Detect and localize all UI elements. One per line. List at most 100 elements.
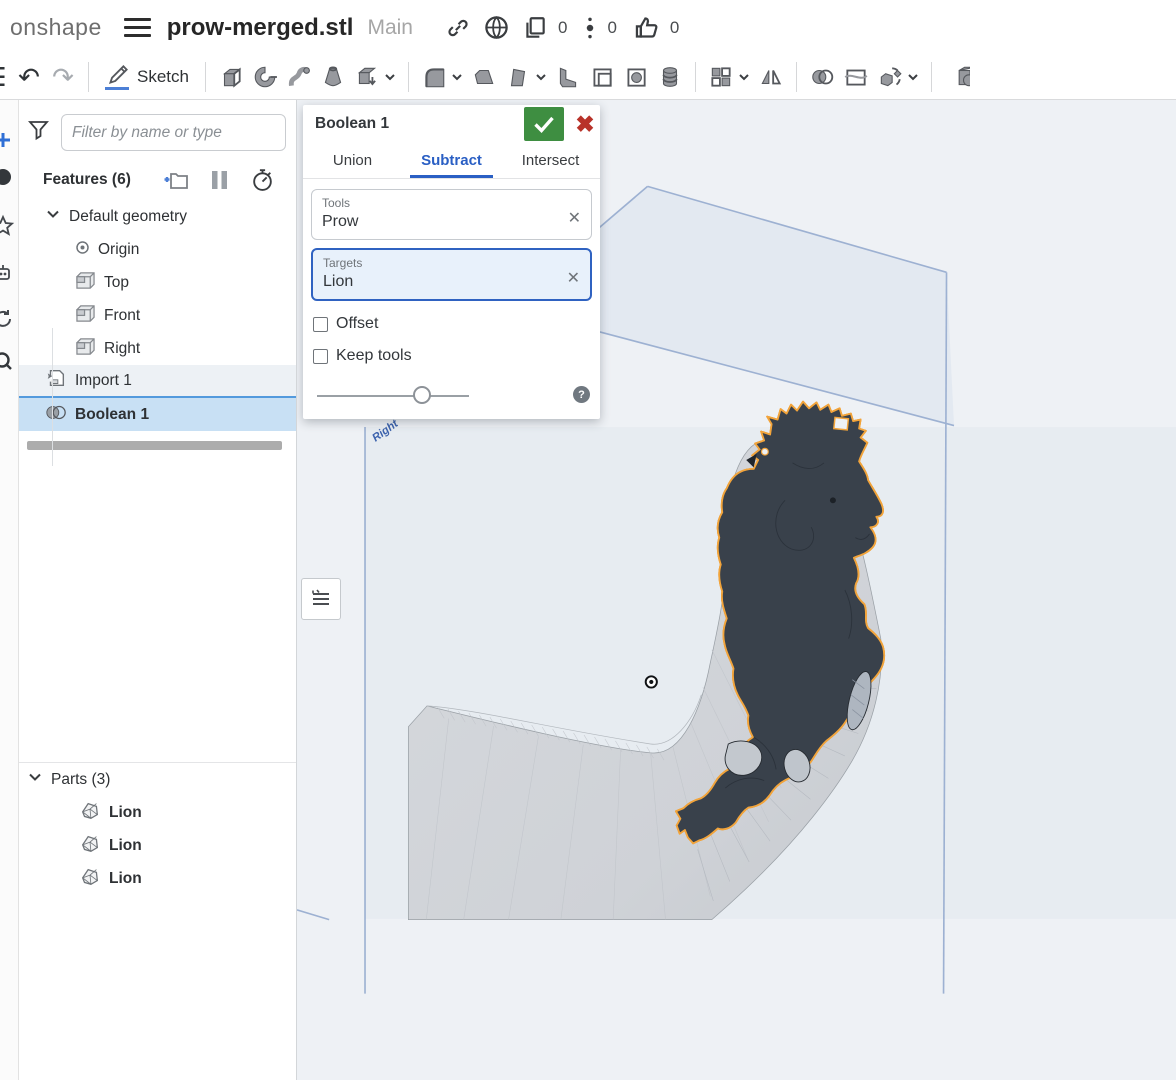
rollback-bar[interactable] <box>27 441 282 450</box>
crown-hole-small <box>762 448 769 455</box>
assistant-icon[interactable] <box>0 261 15 285</box>
check-icon <box>533 115 555 133</box>
tool-transform-button[interactable] <box>873 59 907 95</box>
keep-tools-checkbox[interactable]: Keep tools <box>313 347 590 365</box>
feature-row-front[interactable]: Front <box>19 299 296 332</box>
add-icon[interactable] <box>0 128 15 152</box>
tool-undo-button[interactable]: ↶ <box>12 59 46 95</box>
reject-button[interactable]: ✖ <box>570 107 600 141</box>
star-icon[interactable] <box>0 214 15 238</box>
search-icon[interactable] <box>0 349 15 373</box>
timer-icon[interactable] <box>250 167 275 192</box>
parts-header-row[interactable]: Parts (3) <box>19 763 296 796</box>
likes-icon[interactable] <box>633 14 660 41</box>
targets-field[interactable]: TargetsLion ✕ <box>311 248 592 301</box>
parts-panel: Parts (3) Lion Lion Lion <box>19 762 296 895</box>
tool-draft-button[interactable] <box>501 59 535 95</box>
contrast-icon[interactable] <box>0 165 15 189</box>
chevron-down-icon[interactable] <box>535 59 549 95</box>
workspace-name[interactable]: Main <box>367 16 413 40</box>
feature-row-top[interactable]: Top <box>19 266 296 299</box>
plane-icon <box>75 304 96 328</box>
pencil-icon <box>105 62 131 92</box>
main-menu-icon[interactable] <box>124 13 151 42</box>
mesh-part-icon <box>79 865 101 892</box>
onshape-logo: onshape <box>10 14 102 41</box>
versions-icon[interactable] <box>522 15 548 41</box>
tool-mirror-button[interactable] <box>754 59 788 95</box>
tab-subtract[interactable]: Subtract <box>402 143 501 178</box>
feature-row-default-geometry[interactable]: Default geometry <box>19 200 296 233</box>
branches-icon[interactable] <box>583 15 597 41</box>
accept-button[interactable] <box>524 107 564 141</box>
help-icon[interactable]: ? <box>573 386 590 403</box>
tools-field[interactable]: ToolsProw ✕ <box>311 189 592 240</box>
offset-checkbox[interactable]: Offset <box>313 315 590 333</box>
share-link-icon[interactable] <box>445 15 471 41</box>
pause-icon[interactable] <box>211 169 228 191</box>
add-folder-icon[interactable] <box>163 169 189 191</box>
part-row-0[interactable]: Lion <box>19 796 296 829</box>
tool-pattern-button[interactable] <box>704 59 738 95</box>
opacity-slider[interactable] <box>317 395 469 397</box>
chevron-down-icon[interactable] <box>738 59 752 95</box>
tool-fillet-button[interactable] <box>417 59 451 95</box>
tool-hole-button[interactable] <box>619 59 653 95</box>
feature-list-toggle-button[interactable] <box>301 578 341 620</box>
boolean-dialog: Boolean 1 ✖ UnionSubtractIntersect Tools… <box>303 105 600 419</box>
tool-redo-button[interactable]: ↷ <box>46 59 80 95</box>
checkbox-icon[interactable] <box>313 349 328 364</box>
plane-icon <box>75 337 96 361</box>
feature-row-origin[interactable]: Origin <box>19 233 296 266</box>
feature-list-panel: Features (6) Default geometry Origin Top… <box>19 100 297 1080</box>
tool-loft-button[interactable] <box>316 59 350 95</box>
tool-sweep-button[interactable] <box>282 59 316 95</box>
part-row-2[interactable]: Lion <box>19 862 296 895</box>
tab-union[interactable]: Union <box>303 143 402 178</box>
tool-revolve-button[interactable] <box>248 59 282 95</box>
part-row-1[interactable]: Lion <box>19 829 296 862</box>
filter-input[interactable] <box>61 114 286 151</box>
toolbar-divider <box>695 62 696 92</box>
tab-intersect[interactable]: Intersect <box>501 143 600 178</box>
toolbar-divider <box>88 62 89 92</box>
tool-cylinder-button[interactable] <box>653 59 687 95</box>
tool-thicken-button[interactable] <box>350 59 384 95</box>
clear-selection-icon[interactable]: ✕ <box>567 268 580 288</box>
chevron-down-icon[interactable] <box>384 59 398 95</box>
public-globe-icon[interactable] <box>483 14 510 41</box>
tool-shell-button[interactable] <box>585 59 619 95</box>
chevron-down-icon[interactable] <box>451 59 465 95</box>
tool-extrude-button[interactable] <box>214 59 248 95</box>
chevron-down-icon <box>27 769 43 790</box>
document-title: prow-merged.stl <box>167 14 354 42</box>
feature-row-import-1[interactable]: Import 1 <box>19 365 296 398</box>
clear-selection-icon[interactable]: ✕ <box>568 208 581 228</box>
clipped-edge-icon: ☰ <box>0 59 12 95</box>
mesh-part-icon <box>79 799 101 826</box>
slider-thumb[interactable] <box>413 386 431 404</box>
feature-row-right[interactable]: Right <box>19 332 296 365</box>
feature-toolbar: ☰↶↷ Sketch <box>0 55 1176 100</box>
tool-chamfer-button[interactable] <box>467 59 501 95</box>
features-header: Features (6) <box>43 171 131 189</box>
parts-header: Parts (3) <box>51 771 110 789</box>
sketch-label: Sketch <box>137 67 189 87</box>
import-icon <box>45 367 67 394</box>
toolbar-divider <box>205 62 206 92</box>
plane-icon <box>75 271 96 295</box>
origin-marker[interactable] <box>646 676 657 687</box>
feature-row-boolean-1[interactable]: Boolean 1 <box>19 398 296 431</box>
tool-boolean-button[interactable] <box>805 59 839 95</box>
tool-partial-button[interactable] <box>940 59 974 95</box>
likes-count: 0 <box>670 18 679 38</box>
checkbox-icon[interactable] <box>313 317 328 332</box>
tool-split-button[interactable] <box>839 59 873 95</box>
toolbar-divider <box>408 62 409 92</box>
chevron-down-icon[interactable] <box>907 59 921 95</box>
tool-rib-button[interactable] <box>551 59 585 95</box>
sketch-button[interactable]: Sketch <box>97 59 197 95</box>
history-icon[interactable] <box>0 307 15 331</box>
toolbar-divider <box>931 62 932 92</box>
graphics-viewport[interactable]: Right <box>297 100 1176 1080</box>
